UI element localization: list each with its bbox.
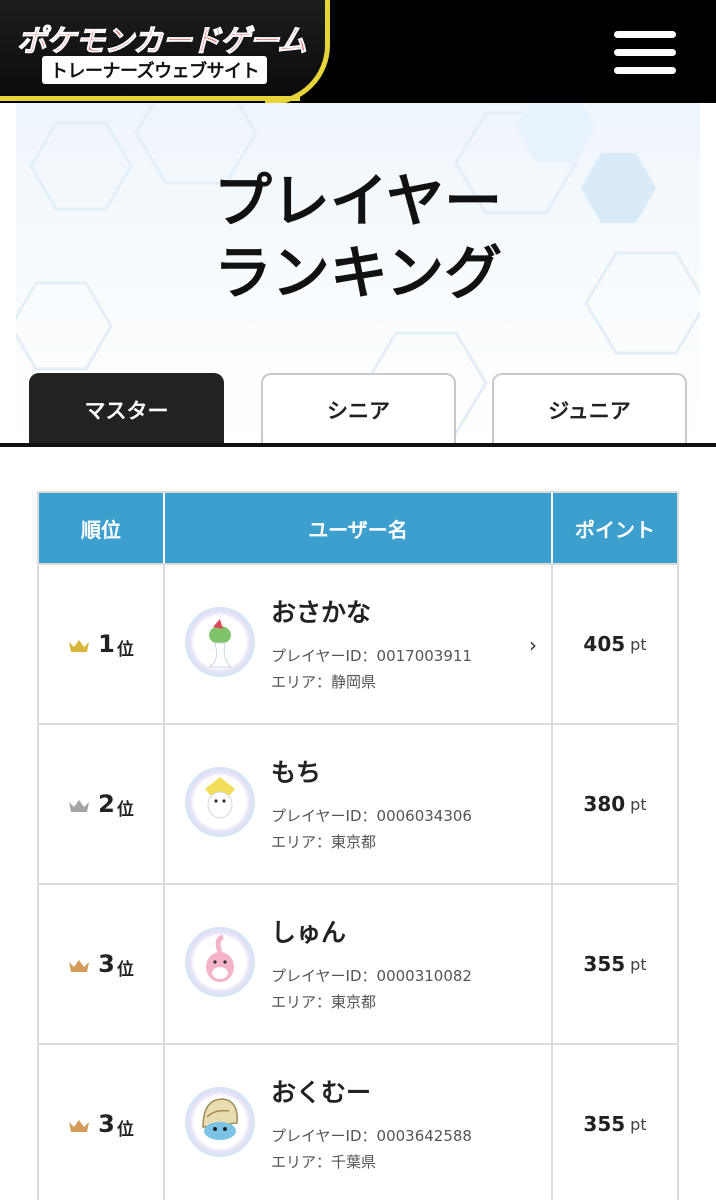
points-unit: pt (630, 794, 647, 814)
user-cell: もち プレイヤーID：0006034306 エリア：東京都 (165, 725, 553, 883)
user-name[interactable]: しゅん (271, 913, 472, 949)
points-value: 405 (583, 632, 626, 656)
tabs-divider (0, 443, 716, 447)
player-id: プレイヤーID：0003642588 (271, 1127, 472, 1145)
player-id: プレイヤーID：0006034306 (271, 807, 472, 825)
rank-cell: 2 位 (39, 725, 165, 883)
points-value: 380 (583, 792, 626, 816)
user-info: おさかな プレイヤーID：0017003911 エリア：静岡県 (271, 593, 472, 695)
user-name[interactable]: もち (271, 753, 472, 789)
site-logo[interactable]: ポケモンカードゲーム トレーナーズウェブサイト (0, 0, 330, 103)
category-tabs: マスター シニア ジュニア (0, 373, 716, 447)
rank-suffix: 位 (116, 1119, 134, 1140)
user-info: しゅん プレイヤーID：0000310082 エリア：東京都 (271, 913, 472, 1015)
pokemon-avatar-icon (185, 607, 255, 677)
crown-icon (69, 959, 90, 972)
pokemon-avatar-icon (185, 927, 255, 997)
pokemon-avatar-icon (185, 1087, 255, 1157)
user-cell: おさかな プレイヤーID：0017003911 エリア：静岡県 › (165, 565, 553, 723)
player-id: プレイヤーID：0000310082 (271, 967, 472, 985)
rank-cell: 1 位 (39, 565, 165, 723)
player-id: プレイヤーID：0017003911 (271, 647, 472, 665)
player-area: エリア：静岡県 (271, 673, 377, 691)
crown-icon (69, 1119, 90, 1132)
player-area: エリア：東京都 (271, 833, 377, 851)
site-header: ポケモンカードゲーム トレーナーズウェブサイト (0, 0, 716, 103)
rank-number: 3 (98, 950, 115, 978)
rank-suffix: 位 (116, 639, 134, 660)
user-info: もち プレイヤーID：0006034306 エリア：東京都 (271, 753, 472, 855)
points-cell: 355 pt (553, 885, 677, 1043)
points-cell: 355 pt (553, 1045, 677, 1200)
hamburger-menu-icon[interactable] (614, 31, 676, 75)
rank-suffix: 位 (116, 959, 134, 980)
points-cell: 380 pt (553, 725, 677, 883)
logo-title: ポケモンカードゲーム (16, 24, 307, 60)
player-area: エリア：東京都 (271, 993, 377, 1011)
user-name[interactable]: おくむー (271, 1073, 472, 1109)
tab-senior[interactable]: シニア (261, 373, 456, 445)
logo-subtitle: トレーナーズウェブサイト (42, 56, 268, 84)
ranking-table: 順位 ユーザー名 ポイント 1 位 おさかな プレイヤーID：001700391… (37, 491, 679, 1200)
table-row[interactable]: 3 位 おくむー プレイヤーID：0003642588 エリア：千葉県 355 … (39, 1043, 677, 1200)
user-name[interactable]: おさかな (271, 593, 472, 629)
user-cell: しゅん プレイヤーID：0000310082 エリア：東京都 (165, 885, 553, 1043)
tab-junior[interactable]: ジュニア (492, 373, 687, 445)
rank-number: 2 (98, 790, 115, 818)
tab-master[interactable]: マスター (29, 373, 224, 445)
column-header-points: ポイント (575, 517, 655, 542)
table-header: 順位 ユーザー名 ポイント (39, 493, 677, 563)
crown-icon (69, 639, 90, 652)
user-info: おくむー プレイヤーID：0003642588 エリア：千葉県 (271, 1073, 472, 1175)
page-title-line1: プレイヤー (213, 167, 503, 235)
points-value: 355 (583, 1112, 626, 1136)
player-area: エリア：千葉県 (271, 1153, 377, 1171)
chevron-right-icon[interactable]: › (529, 633, 537, 657)
page-title: プレイヤー ランキング (16, 165, 700, 309)
points-unit: pt (630, 1114, 647, 1134)
points-cell: 405 pt (553, 565, 677, 723)
user-cell: おくむー プレイヤーID：0003642588 エリア：千葉県 (165, 1045, 553, 1200)
rank-number: 1 (98, 630, 115, 658)
column-header-rank: 順位 (39, 493, 165, 563)
table-row[interactable]: 1 位 おさかな プレイヤーID：0017003911 エリア：静岡県 › 40… (39, 563, 677, 723)
page-title-line2: ランキング (213, 239, 503, 307)
points-value: 355 (583, 952, 626, 976)
logo-accent-line (0, 96, 300, 101)
pokemon-avatar-icon (185, 767, 255, 837)
column-header-username: ユーザー名 (165, 493, 553, 563)
table-row[interactable]: 3 位 しゅん プレイヤーID：0000310082 エリア：東京都 355 p… (39, 883, 677, 1043)
table-row[interactable]: 2 位 もち プレイヤーID：0006034306 エリア：東京都 380 pt (39, 723, 677, 883)
rank-cell: 3 位 (39, 885, 165, 1043)
points-unit: pt (630, 954, 647, 974)
rank-cell: 3 位 (39, 1045, 165, 1200)
points-unit: pt (630, 634, 647, 654)
rank-number: 3 (98, 1110, 115, 1138)
rank-suffix: 位 (116, 799, 134, 820)
crown-icon (69, 799, 90, 812)
